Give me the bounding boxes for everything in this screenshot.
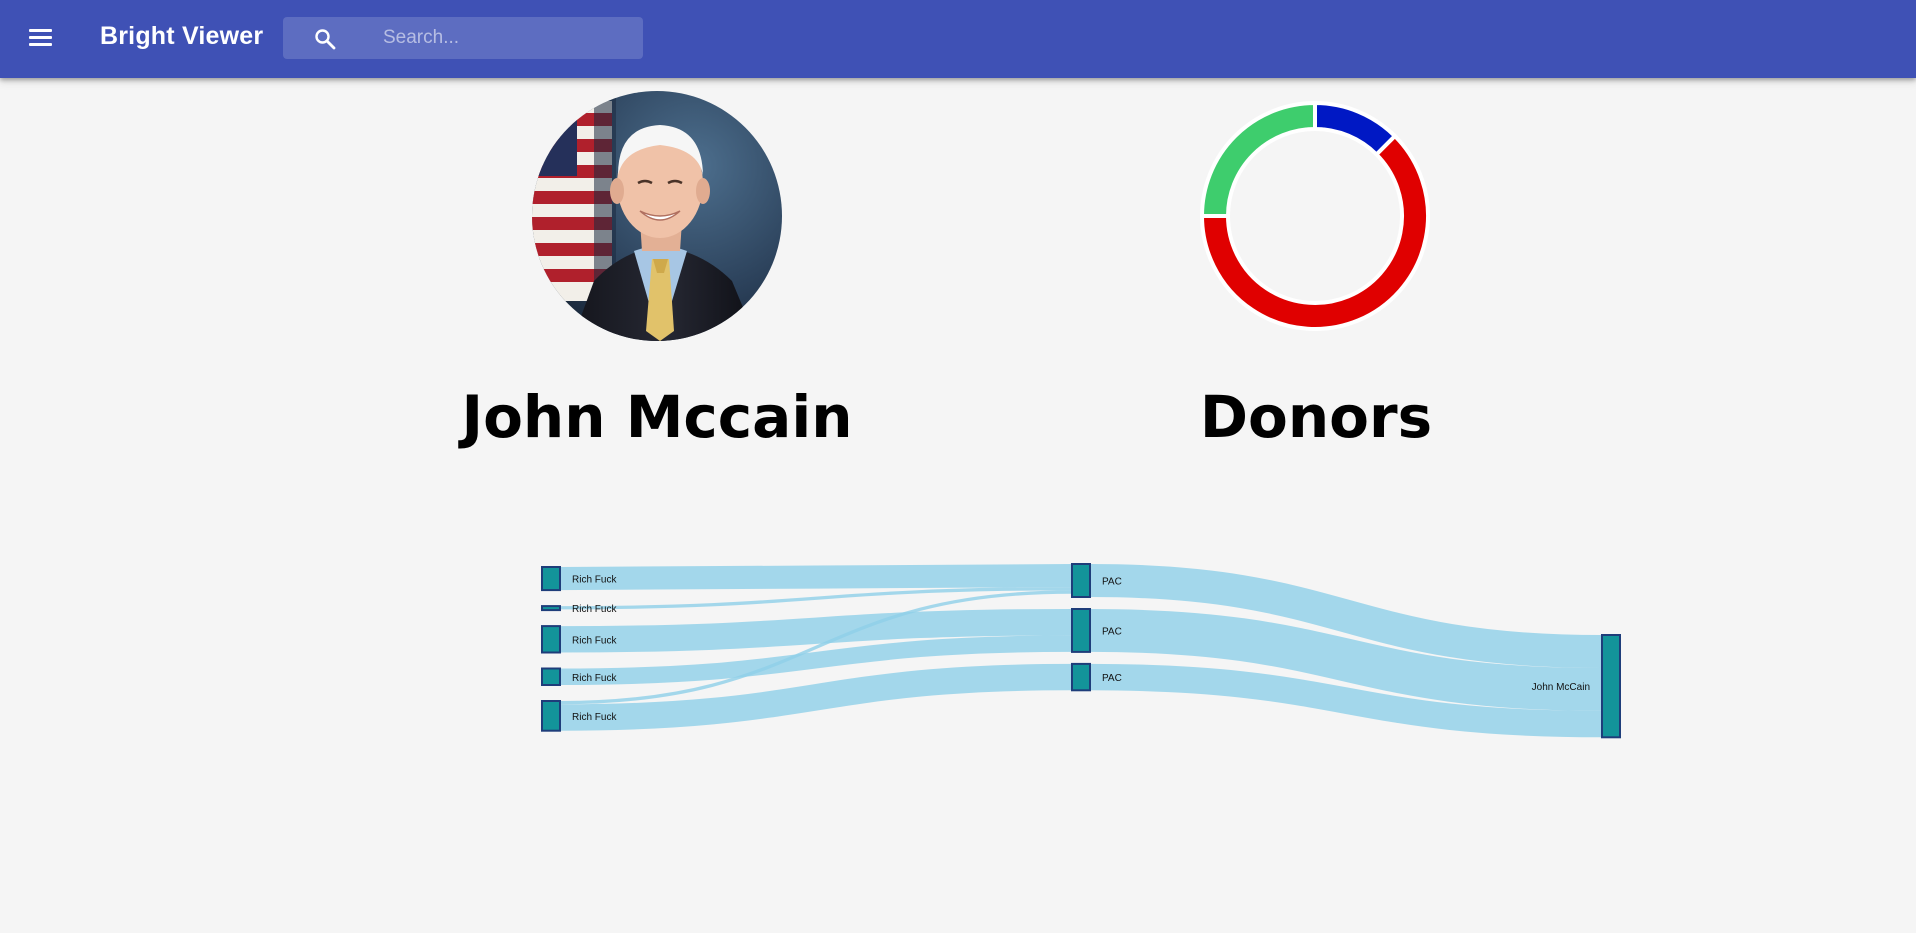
app-title: Bright Viewer xyxy=(100,22,264,50)
sankey-node-label-8: John McCain xyxy=(1532,682,1590,693)
sankey-node-label-7: PAC xyxy=(1102,673,1122,684)
search-box[interactable] xyxy=(283,17,643,59)
person-name-heading: John Mccain xyxy=(461,383,853,451)
sankey-node-0[interactable] xyxy=(541,566,561,592)
sankey-node-2[interactable] xyxy=(541,625,561,654)
search-icon[interactable] xyxy=(313,27,337,51)
app-bar: Bright Viewer xyxy=(0,0,1916,78)
sankey-node-label-3: Rich Fuck xyxy=(572,673,617,684)
sankey-node-6[interactable] xyxy=(1071,608,1091,653)
donors-donut-chart xyxy=(1200,101,1430,331)
menu-icon[interactable] xyxy=(28,27,54,49)
sankey-node-label-2: Rich Fuck xyxy=(572,635,617,646)
sankey-link-1[interactable] xyxy=(559,587,1073,610)
donor-sankey-diagram: Rich Fuck Rich Fuck Rich Fuck Rich Fuck Rich… xyxy=(541,563,1621,739)
sankey-node-4[interactable] xyxy=(541,700,561,732)
sankey-node-8[interactable] xyxy=(1601,634,1621,739)
sankey-node-1[interactable] xyxy=(541,605,561,612)
sankey-node-3[interactable] xyxy=(541,667,561,686)
sankey-node-label-0: Rich Fuck xyxy=(572,575,617,586)
sankey-node-label-5: PAC xyxy=(1102,577,1122,588)
search-input[interactable] xyxy=(383,17,633,59)
sankey-node-label-6: PAC xyxy=(1102,626,1122,637)
sankey-node-5[interactable] xyxy=(1071,563,1091,598)
sankey-node-label-1: Rich Fuck xyxy=(572,604,617,615)
sankey-link-0[interactable] xyxy=(559,564,1073,591)
portrait-photo xyxy=(532,91,782,341)
sankey-node-7[interactable] xyxy=(1071,662,1091,692)
donut-segment-2[interactable] xyxy=(1200,101,1317,219)
sankey-node-label-4: Rich Fuck xyxy=(572,712,617,723)
donors-heading: Donors xyxy=(1199,383,1433,451)
